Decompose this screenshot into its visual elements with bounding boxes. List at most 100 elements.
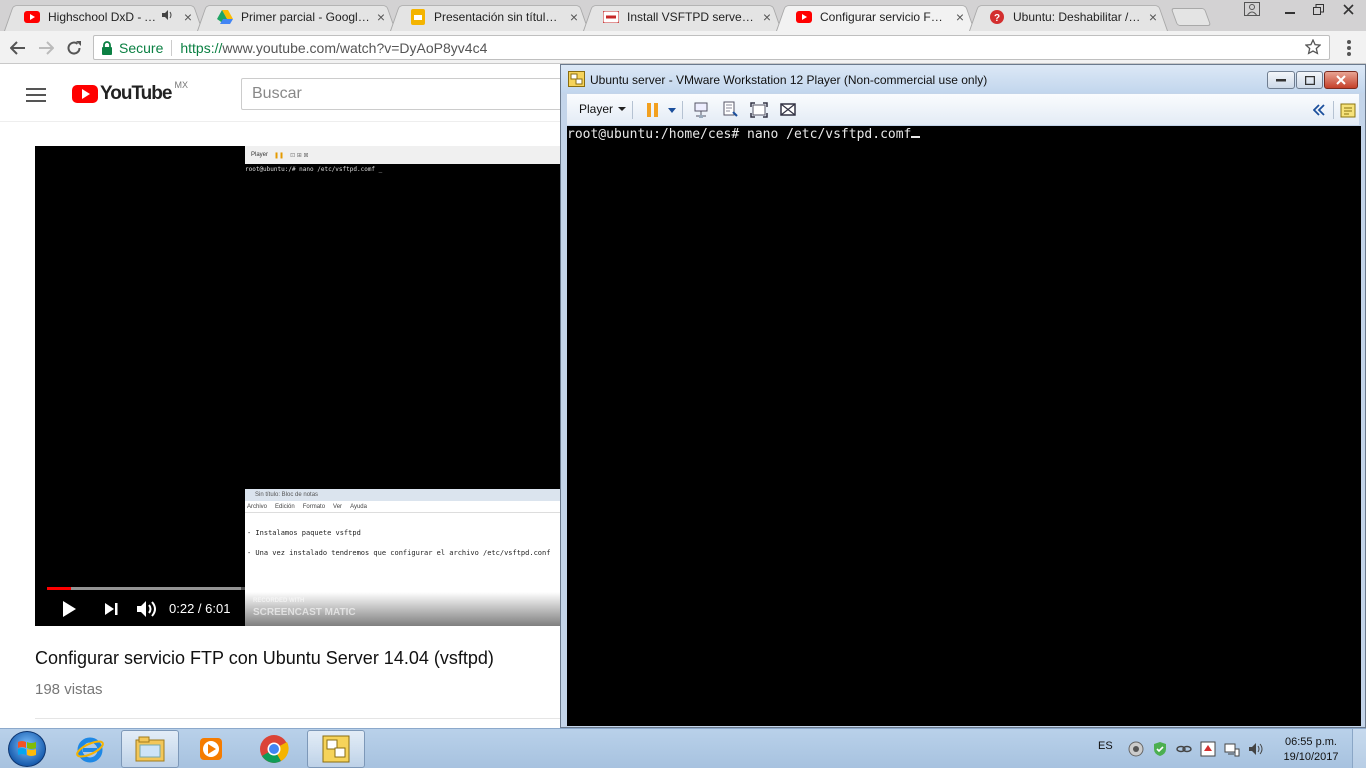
back-arrow-icon[interactable] — [6, 36, 30, 60]
youtube-play-logo-icon — [72, 85, 98, 103]
removable-devices-icon[interactable] — [691, 100, 711, 120]
vmware-player-icon[interactable] — [307, 730, 365, 768]
google-drive-icon — [217, 9, 233, 25]
video-toolbar-icons: ⊡ ⊞ ⊠ — [290, 152, 309, 159]
pause-icon[interactable] — [643, 100, 663, 120]
video-time: 0:22 / 6:01 — [169, 601, 231, 616]
svg-text:?: ? — [994, 13, 1000, 24]
speaker-icon[interactable] — [162, 10, 173, 23]
notepad-title: Sin título: Bloc de notas — [245, 489, 560, 501]
url-scheme: https:// — [180, 39, 223, 56]
terminal-line: root@ubuntu:/home/ces# nano /etc/vsftpd.… — [567, 127, 921, 142]
notepad-line: - Una vez instalado tendremos que config… — [247, 549, 551, 557]
youtube-logo[interactable]: YouTube MX — [72, 80, 188, 105]
region-label: MX — [174, 80, 188, 90]
network-icon[interactable] — [1224, 741, 1240, 757]
video-terminal-line: root@ubuntu:/# nano /etc/vsftpd.comf _ — [245, 166, 383, 173]
security-shield-icon[interactable] — [1152, 741, 1168, 757]
tab-title: Configurar servicio FTP c — [820, 9, 949, 24]
new-tab-button[interactable] — [1170, 8, 1212, 26]
notepad-menu-item: Formato — [302, 504, 326, 510]
user-profile-icon[interactable] — [1240, 0, 1264, 18]
speaker-volume-icon[interactable] — [1248, 741, 1264, 757]
player-menu-button[interactable]: Player — [579, 102, 627, 116]
player-menu-label: Player — [579, 102, 614, 116]
action-center-icon[interactable] — [1200, 741, 1216, 757]
restore-window-icon[interactable] — [1304, 0, 1332, 19]
secure-label: Secure — [119, 39, 164, 56]
tray-app-icon[interactable] — [1128, 741, 1144, 757]
tab-title: Primer parcial - Google D — [241, 9, 370, 24]
browser-menu-icon[interactable] — [1341, 39, 1357, 57]
system-clock[interactable]: 06:55 p.m. 19/10/2017 — [1276, 735, 1346, 765]
video-terminal: root@ubuntu:/# nano /etc/vsftpd.comf _ — [245, 164, 560, 489]
tab-close-icon[interactable]: × — [953, 10, 967, 24]
vm-minimize-icon[interactable] — [1267, 71, 1295, 89]
tab-highschool-dxd[interactable]: Highschool DxD - Awe × — [4, 2, 203, 32]
pause-dropdown-icon[interactable] — [665, 100, 679, 120]
minimize-window-icon[interactable] — [1276, 0, 1304, 19]
chrome-icon[interactable] — [245, 730, 303, 768]
vmware-window: Ubuntu server - VMware Workstation 12 Pl… — [560, 64, 1366, 728]
tab-title: Install VSFTPD server in U — [627, 9, 756, 24]
tab-ubuntu-deshabilitar[interactable]: ? Ubuntu: Deshabilitar / Ha × — [969, 2, 1168, 32]
bookmark-star-icon[interactable] — [1304, 38, 1322, 60]
send-ctrl-alt-del-icon[interactable] — [720, 100, 740, 120]
play-icon[interactable] — [63, 601, 76, 617]
video-vmware-toolbar: Player ❚❚ ⊡ ⊞ ⊠ — [245, 146, 560, 164]
tab-title: Ubuntu: Deshabilitar / Ha — [1013, 9, 1142, 24]
internet-explorer-icon[interactable] — [61, 730, 119, 768]
close-window-icon[interactable] — [1334, 0, 1362, 19]
reload-icon[interactable] — [62, 36, 86, 60]
video-player[interactable]: Player ❚❚ ⊡ ⊞ ⊠ root@ubuntu:/# nano /etc… — [35, 146, 560, 626]
search-input[interactable]: Buscar — [241, 78, 560, 110]
vmware-title: Ubuntu server - VMware Workstation 12 Pl… — [590, 73, 988, 87]
volume-icon[interactable] — [136, 599, 158, 619]
clock-time: 06:55 p.m. — [1285, 736, 1337, 748]
media-player-icon[interactable] — [182, 730, 240, 768]
youtube-logo-text: YouTube — [100, 83, 172, 104]
notes-icon[interactable] — [1338, 100, 1358, 120]
address-bar[interactable]: Secure https:// www.youtube.com/watch?v=… — [93, 35, 1330, 60]
vm-maximize-icon[interactable] — [1296, 71, 1323, 89]
tab-presentacion[interactable]: Presentación sin título - E × — [390, 2, 589, 32]
tab-install-vsftpd[interactable]: Install VSFTPD server in U × — [583, 2, 782, 32]
network-link-icon[interactable] — [1176, 741, 1192, 757]
youtube-header: YouTube MX Buscar — [0, 64, 560, 122]
watermark-text: SCREENCAST MATIC — [253, 607, 356, 618]
vm-console[interactable]: root@ubuntu:/home/ces# nano /etc/vsftpd.… — [567, 126, 1361, 726]
notepad-line: - Instalamos paquete vsftpd — [247, 529, 361, 537]
vm-close-icon[interactable] — [1324, 71, 1358, 89]
collapse-toolbar-icon[interactable] — [1309, 100, 1329, 120]
next-video-icon[interactable] — [103, 601, 119, 617]
clock-date: 19/10/2017 — [1283, 751, 1339, 763]
tab-close-icon[interactable]: × — [1146, 10, 1160, 24]
tab-close-icon[interactable]: × — [760, 10, 774, 24]
file-explorer-icon[interactable] — [121, 730, 179, 768]
tab-primer-parcial[interactable]: Primer parcial - Google D × — [197, 2, 396, 32]
video-title: Configurar servicio FTP con Ubuntu Serve… — [35, 648, 494, 668]
view-count: 198 vistas — [35, 681, 103, 698]
video-player-menu: Player — [251, 152, 269, 158]
windows-logo-icon — [18, 741, 36, 756]
tab-close-icon[interactable]: × — [567, 10, 581, 24]
tab-title: Presentación sin título - E — [434, 9, 563, 24]
browser-toolbar: Secure https:// www.youtube.com/watch?v=… — [0, 31, 1366, 64]
video-progress-bar[interactable] — [47, 587, 435, 590]
tab-close-icon[interactable]: × — [181, 10, 195, 24]
vmware-app-icon — [568, 71, 585, 87]
watermark-small: RECORDED WITH — [253, 598, 305, 604]
forward-arrow-icon[interactable] — [34, 36, 58, 60]
buffered-bar — [47, 587, 241, 590]
start-button[interactable] — [8, 731, 46, 767]
vmware-titlebar[interactable]: Ubuntu server - VMware Workstation 12 Pl… — [561, 65, 1365, 93]
language-indicator[interactable]: ES — [1098, 740, 1113, 752]
unity-icon[interactable] — [778, 100, 798, 120]
hamburger-menu-icon[interactable] — [26, 88, 46, 102]
notepad-text: - Instalamos paquete vsftpd - Una vez in… — [245, 513, 560, 573]
full-screen-icon[interactable] — [749, 100, 769, 120]
tab-configurar-ftp[interactable]: Configurar servicio FTP c × — [776, 2, 975, 32]
youtube-page: YouTube MX Buscar Player ❚❚ ⊡ ⊞ ⊠ root@u… — [0, 64, 560, 728]
show-desktop-button[interactable] — [1352, 729, 1366, 768]
tab-close-icon[interactable]: × — [374, 10, 388, 24]
